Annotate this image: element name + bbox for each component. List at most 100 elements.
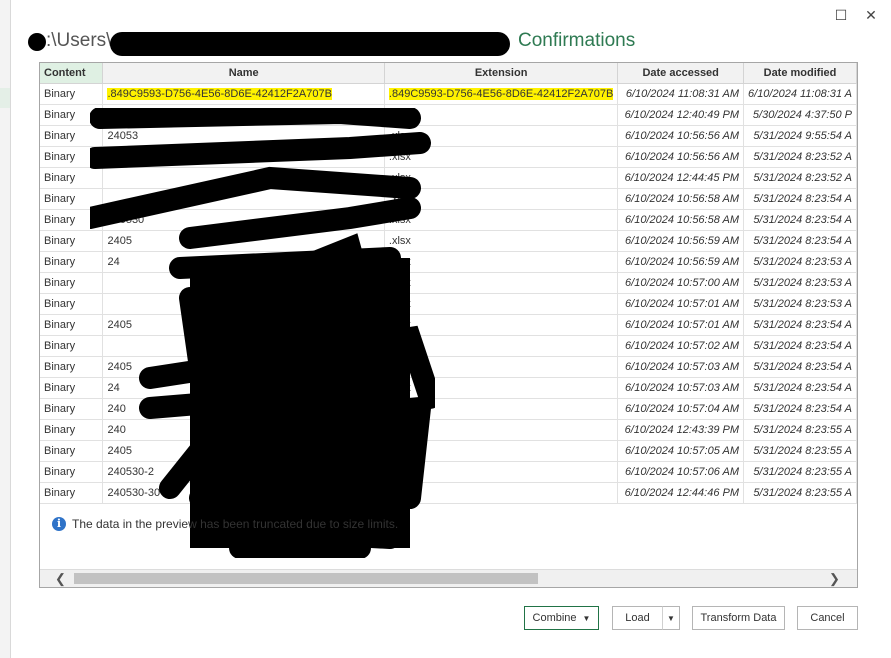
cell-date-modified[interactable]: 5/31/2024 8:23:54 A: [743, 188, 857, 210]
cell-date-modified[interactable]: 5/31/2024 8:23:54 A: [743, 356, 857, 378]
table-row[interactable]: Binary .xlsx 6/10/2024 10:56:56 AM 5/31/202…: [40, 146, 857, 168]
cell-content[interactable]: Binary: [40, 356, 104, 378]
cell-content[interactable]: Binary: [40, 104, 104, 126]
cell-content[interactable]: Binary: [40, 146, 104, 168]
table-row[interactable]: Binary 2405 .xlsx 6/10/2024 10:57:03 AM 5/31…: [40, 356, 857, 378]
cell-name[interactable]: [102, 167, 385, 189]
cell-content[interactable]: Binary: [40, 272, 104, 294]
table-row[interactable]: Binary 24 .xlsx 6/10/2024 10:57:03 AM 5/31/2…: [40, 377, 857, 399]
cell-date-accessed[interactable]: 6/10/2024 10:57:01 AM: [617, 293, 744, 315]
scroll-left-icon[interactable]: ❮: [52, 570, 69, 587]
scroll-right-icon[interactable]: ❯: [826, 570, 843, 587]
cell-date-accessed[interactable]: 6/10/2024 12:44:46 PM: [617, 482, 744, 504]
cell-extension[interactable]: .849C9593-D756-4E56-8D6E-42412F2A707B: [384, 83, 619, 105]
cell-content[interactable]: Binary: [40, 461, 104, 483]
cell-name[interactable]: 240: [102, 398, 385, 420]
cell-name[interactable]: [102, 335, 385, 357]
table-row[interactable]: Binary 240530-2 .xlsx 6/10/2024 10:57:06 AM…: [40, 461, 857, 483]
cell-content[interactable]: Binary: [40, 335, 104, 357]
cell-name[interactable]: 24: [102, 251, 385, 273]
cell-name[interactable]: 2405: [102, 356, 385, 378]
cell-date-accessed[interactable]: 6/10/2024 10:56:58 AM: [617, 209, 744, 231]
table-row[interactable]: Binary .xlsx 6/10/2024 10:57:01 AM 5/31/202…: [40, 293, 857, 315]
cell-extension[interactable]: .xlsx: [384, 293, 619, 315]
column-header-date-modified[interactable]: Date modified: [743, 63, 857, 84]
cell-date-modified[interactable]: 5/31/2024 8:23:54 A: [743, 335, 857, 357]
cell-content[interactable]: Binary: [40, 83, 104, 105]
cell-content[interactable]: Binary: [40, 230, 104, 252]
cell-extension[interactable]: .xlsx: [384, 335, 619, 357]
cell-name[interactable]: [102, 146, 385, 168]
cell-date-accessed[interactable]: 6/10/2024 10:57:04 AM: [617, 398, 744, 420]
cell-name[interactable]: [102, 272, 385, 294]
cell-content[interactable]: Binary: [40, 209, 104, 231]
cell-content[interactable]: Binary: [40, 377, 104, 399]
column-header-content[interactable]: Content: [40, 63, 104, 84]
cell-date-modified[interactable]: 5/31/2024 8:23:53 A: [743, 293, 857, 315]
cell-date-modified[interactable]: 5/31/2024 8:23:55 A: [743, 482, 857, 504]
cell-date-accessed[interactable]: 6/10/2024 10:57:03 AM: [617, 377, 744, 399]
cell-content[interactable]: Binary: [40, 125, 104, 147]
cell-date-modified[interactable]: 5/31/2024 8:23:52 A: [743, 146, 857, 168]
cell-name[interactable]: [102, 188, 385, 210]
table-row[interactable]: Binary 240530 .xlsx 6/10/2024 10:56:58 AM 5/…: [40, 209, 857, 231]
cell-name[interactable]: .849C9593-D756-4E56-8D6E-42412F2A707B: [102, 83, 385, 105]
cell-name[interactable]: 24053: [102, 125, 385, 147]
table-row[interactable]: Binary 240530-30 .xlsx 6/10/2024 12:44:46 P…: [40, 482, 857, 504]
cancel-button[interactable]: Cancel: [797, 606, 858, 630]
table-row[interactable]: Binary .xlsx 6/10/2024 12:40:49 PM 5/30/202…: [40, 104, 857, 126]
cell-date-accessed[interactable]: 6/10/2024 10:57:06 AM: [617, 461, 744, 483]
cell-date-modified[interactable]: 5/31/2024 8:23:55 A: [743, 419, 857, 441]
cell-extension[interactable]: .xlsx: [384, 272, 619, 294]
cell-extension[interactable]: .xlsx: [384, 230, 619, 252]
table-row[interactable]: Binary .xlsx 6/10/2024 10:57:00 AM 5/31/202…: [40, 272, 857, 294]
cell-content[interactable]: Binary: [40, 398, 104, 420]
table-row[interactable]: Binary .xlsx 6/10/2024 10:57:02 AM 5/31/202…: [40, 335, 857, 357]
cell-extension[interactable]: .xlsx: [384, 104, 619, 126]
cell-name[interactable]: 24: [102, 377, 385, 399]
cell-extension[interactable]: .xlsx: [384, 188, 619, 210]
cell-date-accessed[interactable]: 6/10/2024 10:56:56 AM: [617, 146, 744, 168]
cell-date-accessed[interactable]: 6/10/2024 10:57:01 AM: [617, 314, 744, 336]
cell-extension[interactable]: .xlsx: [384, 461, 619, 483]
cell-date-modified[interactable]: 5/31/2024 8:23:53 A: [743, 272, 857, 294]
cell-extension[interactable]: .xlsx: [384, 209, 619, 231]
cell-extension[interactable]: .xlsx: [384, 314, 619, 336]
cell-date-accessed[interactable]: 6/10/2024 10:57:05 AM: [617, 440, 744, 462]
cell-date-accessed[interactable]: 6/10/2024 10:56:56 AM: [617, 125, 744, 147]
scroll-thumb[interactable]: [74, 573, 538, 584]
cell-extension[interactable]: .xlsx: [384, 356, 619, 378]
cell-extension[interactable]: .xlsx: [384, 482, 619, 504]
cell-name[interactable]: 2405: [102, 314, 385, 336]
cell-extension[interactable]: .xlsx: [384, 398, 619, 420]
load-dropdown-button[interactable]: ▼: [662, 606, 680, 630]
cell-name[interactable]: 240530-2: [102, 461, 385, 483]
column-header-extension[interactable]: Extension: [384, 63, 619, 84]
table-row[interactable]: Binary .xlsx 6/10/2024 12:44:45 PM 5/31/202…: [40, 167, 857, 189]
cell-date-accessed[interactable]: 6/10/2024 10:56:59 AM: [617, 230, 744, 252]
table-row[interactable]: Binary 2405 .xlsx 6/10/2024 10:57:05 AM 5/31…: [40, 440, 857, 462]
load-button[interactable]: Load: [612, 606, 663, 630]
restore-icon[interactable]: ☐: [832, 6, 850, 24]
cell-content[interactable]: Binary: [40, 251, 104, 273]
table-row[interactable]: Binary .xlsx 6/10/2024 10:56:58 AM 5/31/202…: [40, 188, 857, 210]
cell-date-modified[interactable]: 5/31/2024 8:23:54 A: [743, 314, 857, 336]
cell-name[interactable]: 2405: [102, 230, 385, 252]
cell-name[interactable]: [102, 293, 385, 315]
cell-content[interactable]: Binary: [40, 314, 104, 336]
cell-date-modified[interactable]: 5/31/2024 8:23:54 A: [743, 230, 857, 252]
cell-date-accessed[interactable]: 6/10/2024 12:43:39 PM: [617, 419, 744, 441]
cell-date-modified[interactable]: 5/31/2024 9:55:54 A: [743, 125, 857, 147]
horizontal-scrollbar[interactable]: ❮ ❯: [40, 569, 857, 587]
table-row[interactable]: Binary 24 .xlsx 6/10/2024 10:56:59 AM 5/31/2…: [40, 251, 857, 273]
cell-date-accessed[interactable]: 6/10/2024 12:40:49 PM: [617, 104, 744, 126]
cell-name[interactable]: 240530-30: [102, 482, 385, 504]
cell-extension[interactable]: .xlsx: [384, 377, 619, 399]
cell-date-modified[interactable]: 5/31/2024 8:23:52 A: [743, 167, 857, 189]
cell-date-accessed[interactable]: 6/10/2024 10:56:58 AM: [617, 188, 744, 210]
combine-button[interactable]: Combine ▼: [524, 606, 599, 630]
cell-content[interactable]: Binary: [40, 188, 104, 210]
cell-date-modified[interactable]: 5/31/2024 8:23:54 A: [743, 398, 857, 420]
cell-extension[interactable]: .xlsx: [384, 125, 619, 147]
cell-date-accessed[interactable]: 6/10/2024 10:56:59 AM: [617, 251, 744, 273]
